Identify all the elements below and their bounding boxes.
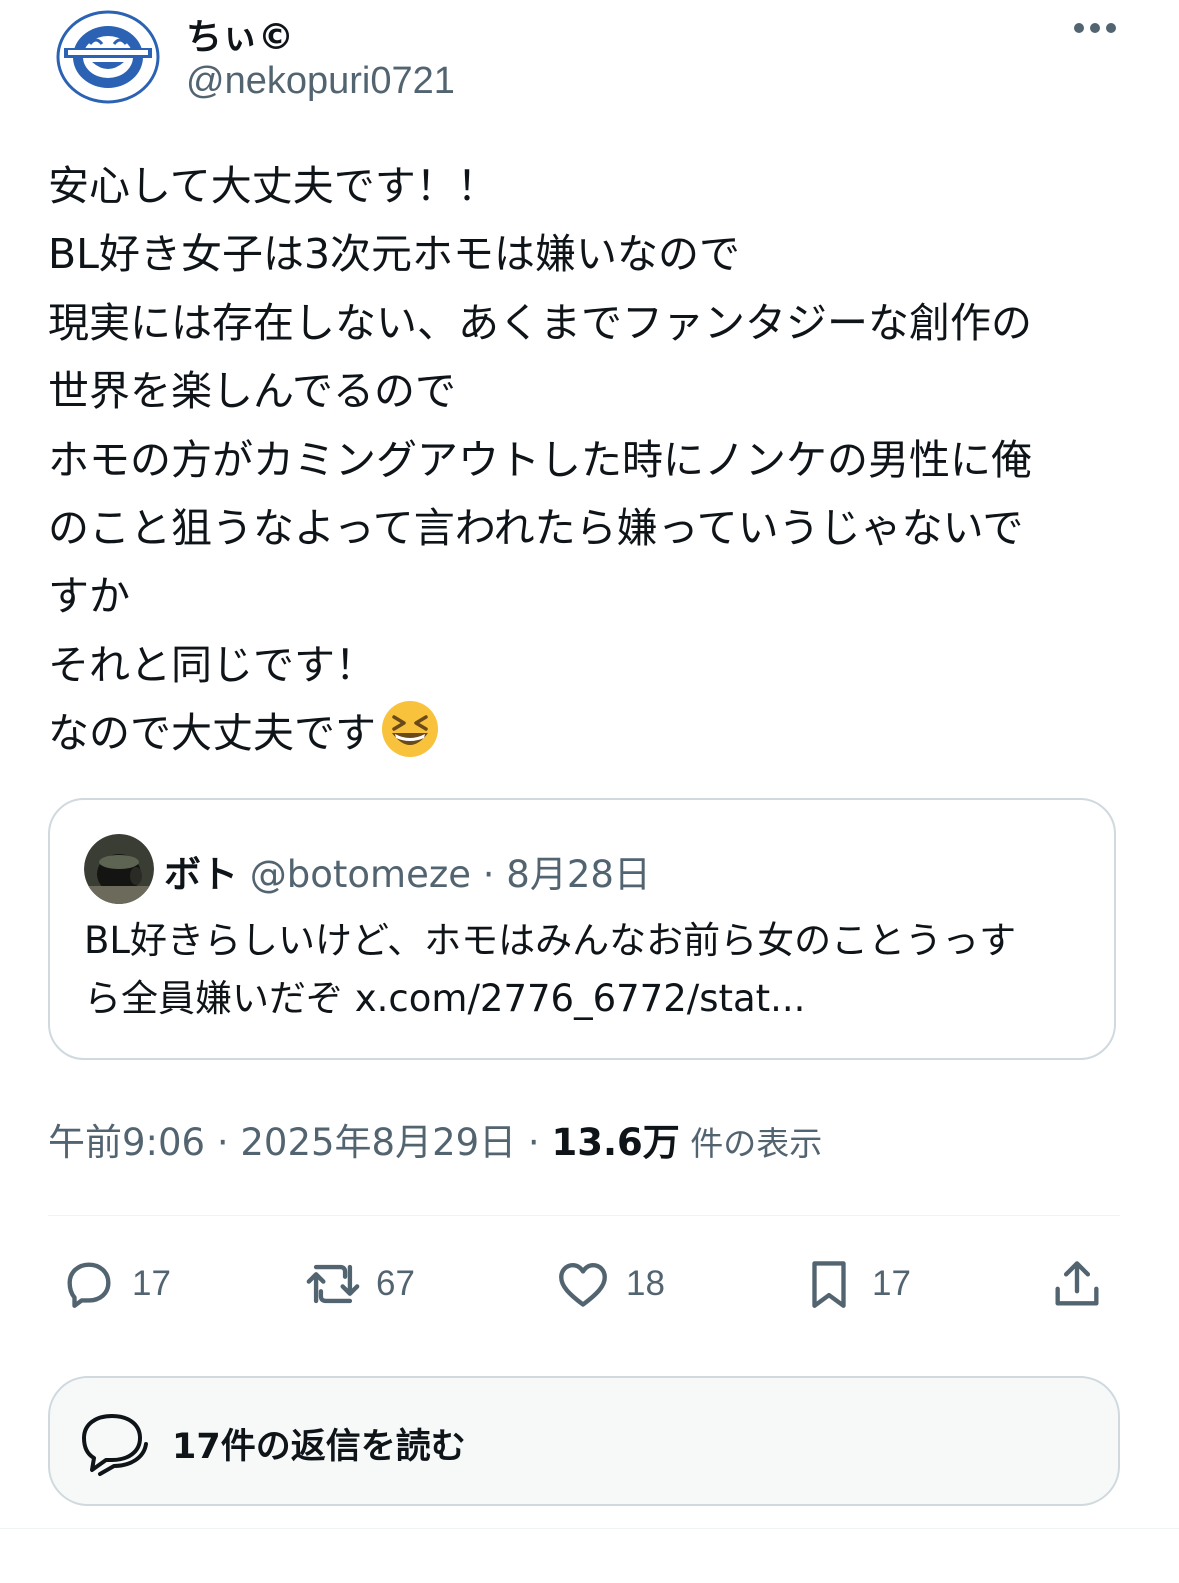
quoted-header: ボト @botomeze · 8月28日	[164, 844, 651, 898]
reply-button[interactable]: 17	[60, 1252, 171, 1316]
post-line: 現実には存在しない、あくまでファンタジーな創作の	[48, 298, 1032, 347]
post-line: のこと狙うなよって言われたら嫌っていうじゃないで	[48, 503, 1024, 552]
grinning-squinting-face-emoji	[382, 701, 438, 758]
share-button[interactable]	[1048, 1252, 1106, 1316]
quoted-avatar[interactable]	[84, 834, 154, 904]
repost-button[interactable]: 67	[304, 1252, 415, 1316]
quoted-text-line: BL好きらしいけど、ホモはみんなお前ら女のことうっす	[84, 919, 1017, 962]
post-timestamp[interactable]: 午前9:06 · 2025年8月29日 ·	[48, 1121, 551, 1164]
reply-icon	[67, 1262, 111, 1308]
share-icon	[1055, 1261, 1099, 1306]
like-button[interactable]: 18	[554, 1252, 665, 1316]
quoted-text-line: ら全員嫌いだぞ x.com/2776_6772/stat...	[84, 977, 806, 1020]
quoted-text: BL好きらしいけど、ホモはみんなお前ら女のことうっす ら全員嫌いだぞ x.com…	[84, 912, 1094, 1028]
post-line: 安心して大丈夫です！！	[48, 162, 498, 210]
divider	[48, 1215, 1120, 1216]
reply-count: 17	[132, 1264, 171, 1303]
read-replies-label: 17件の返信を読む	[172, 1427, 466, 1467]
user-handle[interactable]: @nekopuri0721	[186, 60, 455, 103]
post-line-last: なので大丈夫です	[48, 699, 1128, 767]
post-meta: 午前9:06 · 2025年8月29日 · 13.6万 件の表示	[48, 1112, 822, 1166]
repost-count: 67	[376, 1264, 415, 1303]
quoted-post[interactable]: ボト @botomeze · 8月28日 BL好きらしいけど、ホモはみんなお前ら…	[48, 798, 1116, 1060]
post-line-text: なので大丈夫です	[48, 709, 376, 758]
repost-icon	[306, 1264, 360, 1304]
bookmark-icon	[812, 1261, 846, 1308]
view-count-label: 件の表示	[679, 1124, 823, 1163]
conversation-icon	[82, 1414, 148, 1476]
divider	[0, 1528, 1179, 1529]
post-line: すか	[48, 572, 130, 621]
post-line: 世界を楽しんでるので	[48, 367, 456, 416]
bookmark-button[interactable]: 17	[800, 1252, 911, 1316]
read-replies-button[interactable]: 17件の返信を読む	[48, 1376, 1120, 1506]
post-line: ホモの方がカミングアウトした時にノンケの男性に俺	[48, 435, 1032, 484]
quoted-display-name[interactable]: ボト	[164, 853, 238, 896]
view-count: 13.6万	[551, 1121, 680, 1164]
avatar[interactable]	[56, 10, 160, 104]
bookmark-count: 17	[872, 1264, 911, 1303]
post-line: BL好き女子は3次元ホモは嫌いなので	[48, 230, 741, 279]
like-icon	[559, 1262, 607, 1307]
post-line: それと同じです！	[48, 640, 376, 689]
quoted-handle-date: @botomeze · 8月28日	[238, 853, 651, 896]
more-horizontal-icon[interactable]	[1072, 18, 1118, 38]
display-name[interactable]: ちぃ©	[186, 8, 294, 60]
post-text: 安心して大丈夫です！！ BL好き女子は3次元ホモは嫌いなので 現実には存在しない…	[48, 152, 1128, 768]
like-count: 18	[626, 1264, 665, 1303]
